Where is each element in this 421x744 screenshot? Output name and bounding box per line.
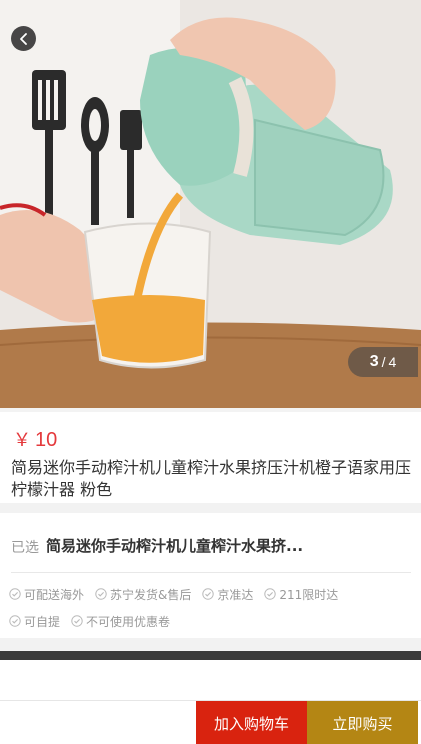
- service-tag: 可自提: [9, 613, 60, 630]
- product-title: 简易迷你手动榨汁机儿童榨汁水果挤压汁机橙子语家用压柠檬汁器 粉色: [11, 458, 412, 499]
- service-tag: 不可使用优惠卷: [71, 613, 170, 630]
- section-divider: [0, 638, 421, 651]
- check-circle-icon: [95, 588, 107, 600]
- pager-total: 4: [388, 354, 397, 370]
- product-price: ￥ 10: [13, 426, 57, 452]
- back-button[interactable]: [11, 26, 36, 51]
- currency-symbol: ￥: [13, 430, 31, 450]
- pager-current: 3: [369, 353, 379, 370]
- service-label: 京准达: [217, 587, 254, 602]
- service-tags: 可配送海外 苏宁发货&售后 京准达 211限时达 可自提 不可使用优惠卷: [9, 583, 414, 637]
- service-tag: 211限时达: [264, 586, 338, 603]
- buy-now-button[interactable]: 立即购买: [307, 701, 418, 744]
- divider: [11, 572, 411, 573]
- check-circle-icon: [9, 615, 21, 627]
- service-tag: 苏宁发货&售后: [95, 586, 191, 603]
- service-tag: 京准达: [202, 586, 253, 603]
- check-circle-icon: [9, 588, 21, 600]
- service-row: 可配送海外 苏宁发货&售后 京准达 211限时达: [9, 583, 414, 605]
- service-row: 可自提 不可使用优惠卷: [9, 610, 414, 632]
- service-label: 苏宁发货&售后: [110, 587, 192, 602]
- bottom-action-bar: 加入购物车 立即购买: [0, 700, 421, 744]
- product-image-gallery[interactable]: 3 / 4: [0, 0, 421, 408]
- price-value: 10: [35, 429, 58, 451]
- service-label: 可自提: [24, 614, 61, 629]
- pager-separator: /: [381, 354, 386, 370]
- dark-divider-bar: [0, 651, 421, 660]
- service-label: 可配送海外: [24, 587, 85, 602]
- check-circle-icon: [202, 588, 215, 600]
- add-to-cart-button[interactable]: 加入购物车: [196, 701, 307, 744]
- service-label: 不可使用优惠卷: [86, 614, 171, 629]
- service-tag: 可配送海外: [9, 586, 84, 603]
- image-pager: 3 / 4: [348, 347, 418, 377]
- check-circle-icon: [264, 588, 277, 600]
- chevron-left-icon: [19, 32, 27, 45]
- product-info: ￥ 10 简易迷你手动榨汁机儿童榨汁水果挤压汁机橙子语家用压柠檬汁器 粉色: [0, 408, 421, 503]
- section-divider: [0, 503, 421, 513]
- service-label: 211限时达: [279, 587, 339, 602]
- selected-label: 已选: [11, 540, 39, 556]
- selected-spec-row[interactable]: 已选 简易迷你手动榨汁机儿童榨汁水果挤...: [0, 513, 421, 573]
- selected-value: 简易迷你手动榨汁机儿童榨汁水果挤...: [46, 537, 304, 555]
- check-circle-icon: [71, 615, 83, 627]
